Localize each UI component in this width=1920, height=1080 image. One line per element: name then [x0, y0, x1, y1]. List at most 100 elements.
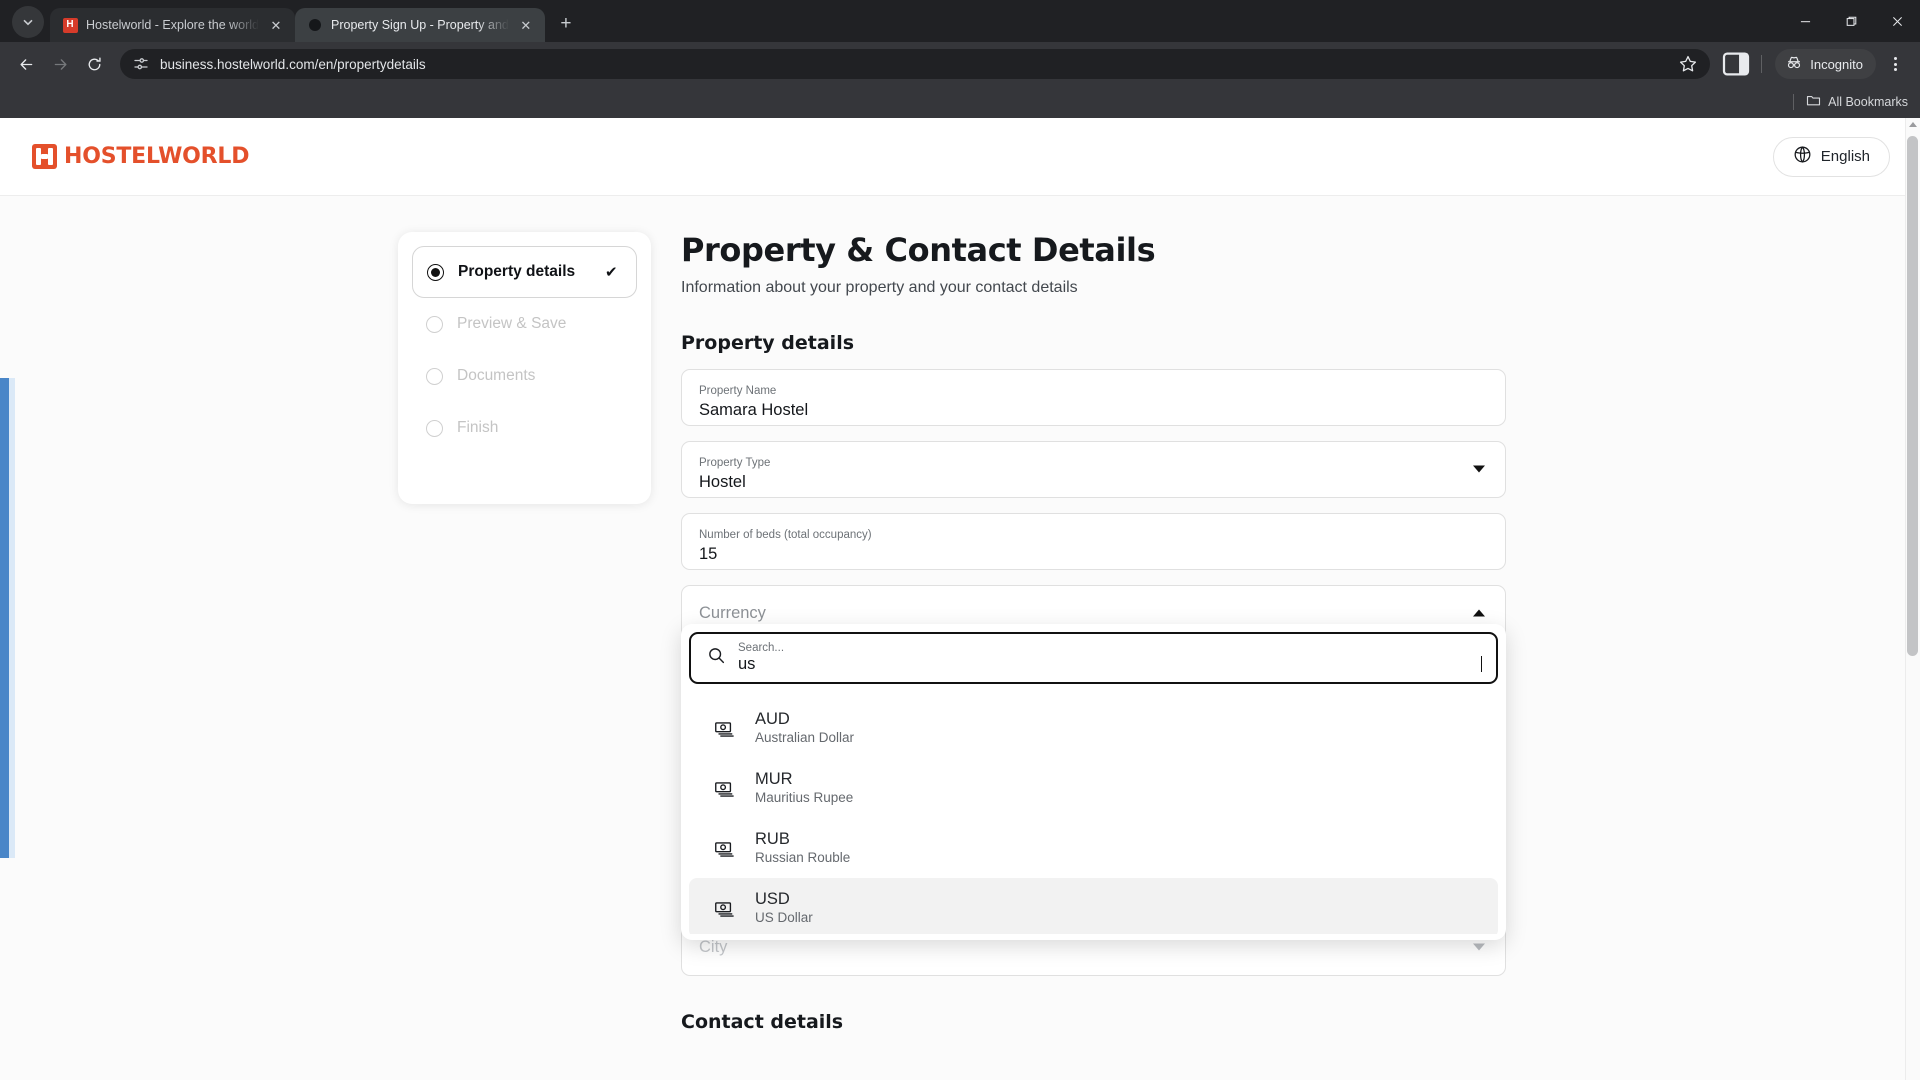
globe-icon: [1793, 145, 1812, 168]
radio-icon: [426, 367, 443, 385]
currency-code: RUB: [755, 830, 790, 848]
section-heading-contact-details: Contact details: [681, 1010, 844, 1033]
maximize-icon[interactable]: [1828, 0, 1874, 42]
window-controls: [1782, 0, 1920, 42]
property-name-field[interactable]: Property Name Samara Hostel: [681, 368, 1506, 426]
address-bar[interactable]: business.hostelworld.com/en/propertydeta…: [120, 49, 1711, 79]
signup-stepper: Property details ✔ Preview & Save Docume…: [398, 232, 651, 504]
browser-tab-hostelworld[interactable]: H Hostelworld - Explore the world ✕: [50, 8, 295, 42]
hostelworld-icon: H: [62, 17, 78, 33]
divider: [1793, 94, 1795, 110]
page-title: Property & Contact Details: [681, 231, 1156, 269]
chevron-up-icon[interactable]: [1473, 609, 1485, 617]
brand-name: HOSTELWORLD: [64, 144, 250, 169]
back-arrow-icon[interactable]: [10, 48, 42, 80]
sidebar-item-finish[interactable]: Finish: [412, 402, 637, 454]
currency-name: US Dollar: [755, 910, 813, 926]
radio-icon: [426, 315, 443, 333]
step-label: Preview & Save: [457, 315, 567, 332]
all-bookmarks-label: All Bookmarks: [1828, 95, 1908, 109]
page-scrollbar[interactable]: [1905, 118, 1920, 1080]
currency-dropdown-panel: Search... us AUD Australian Dollar MUR M…: [681, 624, 1506, 940]
three-dot-menu-icon[interactable]: [1880, 48, 1910, 80]
currency-option-list[interactable]: AUD Australian Dollar MUR Mauritius Rupe…: [681, 698, 1506, 934]
check-icon: ✔: [605, 264, 618, 281]
field-label: Property Name: [699, 384, 777, 397]
currency-option-rub[interactable]: RUB Russian Rouble: [689, 818, 1498, 878]
field-label: Property Type: [699, 456, 771, 469]
chevron-down-icon: [23, 19, 33, 26]
left-accent-rail[interactable]: [0, 378, 9, 858]
all-bookmarks-button[interactable]: All Bookmarks: [1806, 93, 1908, 111]
bookmarks-bar: All Bookmarks: [0, 86, 1920, 118]
left-accent-glow: [9, 378, 15, 858]
currency-code: AUD: [755, 710, 790, 728]
sidebar-item-preview-save[interactable]: Preview & Save: [412, 298, 637, 350]
incognito-icon: [1785, 54, 1803, 75]
side-panel-icon[interactable]: [1720, 48, 1752, 80]
reload-icon[interactable]: [78, 48, 110, 80]
loading-dot-icon: [307, 17, 323, 33]
currency-search-input[interactable]: us: [738, 655, 1482, 674]
property-name-input[interactable]: Samara Hostel: [699, 401, 1485, 419]
sidebar-item-property-details[interactable]: Property details ✔: [412, 246, 637, 298]
folder-icon: [1806, 93, 1821, 111]
site-settings-icon[interactable]: [132, 55, 150, 73]
currency-code: MUR: [755, 770, 793, 788]
chevron-down-icon[interactable]: [1473, 943, 1485, 951]
tab-title: Property Sign Up - Property and: [331, 18, 509, 32]
property-details-form: Property & Contact Details Information a…: [681, 232, 1506, 1033]
scroll-up-arrow-icon[interactable]: [1909, 122, 1917, 127]
language-label: English: [1820, 148, 1870, 165]
hostelworld-logo[interactable]: HOSTELWORLD: [32, 144, 249, 169]
close-icon[interactable]: [1874, 0, 1920, 42]
currency-name: Australian Dollar: [755, 730, 855, 746]
banknote-icon: [713, 837, 735, 859]
currency-name: Russian Rouble: [755, 850, 851, 866]
number-of-beds-input[interactable]: 15: [699, 545, 1485, 563]
currency-option-usd[interactable]: USD US Dollar: [689, 878, 1498, 934]
forward-arrow-icon[interactable]: [44, 48, 76, 80]
language-selector-button[interactable]: English: [1772, 136, 1890, 177]
currency-placeholder: Currency: [699, 603, 766, 622]
hostelworld-mark-icon: [32, 144, 57, 169]
search-label: Search...: [738, 642, 785, 655]
scrollbar-thumb[interactable]: [1907, 136, 1918, 656]
browser-window: H Hostelworld - Explore the world ✕ Prop…: [0, 0, 1920, 1080]
toolbar-right-actions: Incognito: [1720, 48, 1910, 80]
incognito-indicator[interactable]: Incognito: [1775, 49, 1876, 79]
tab-close-button[interactable]: ✕: [517, 16, 535, 34]
page-viewport: HOSTELWORLD English Property details ✔ P…: [0, 118, 1920, 1080]
tab-title: Hostelworld - Explore the world: [86, 18, 259, 32]
tab-search-button[interactable]: [12, 6, 44, 38]
step-label: Documents: [457, 367, 536, 384]
number-of-beds-field[interactable]: Number of beds (total occupancy) 15: [681, 512, 1506, 570]
step-label: Property details: [458, 263, 576, 280]
url-text: business.hostelworld.com/en/propertydeta…: [160, 56, 426, 72]
browser-tab-property-signup[interactable]: Property Sign Up - Property and ✕: [295, 8, 545, 42]
browser-toolbar: business.hostelworld.com/en/propertydeta…: [0, 42, 1920, 86]
currency-search-box[interactable]: Search... us: [689, 632, 1498, 684]
page-content: Property details ✔ Preview & Save Docume…: [0, 196, 1920, 1080]
currency-code: USD: [755, 890, 790, 908]
page-subtitle: Information about your property and your…: [681, 278, 1078, 296]
tab-strip: H Hostelworld - Explore the world ✕ Prop…: [0, 0, 1920, 42]
site-header: HOSTELWORLD English: [0, 118, 1920, 196]
sidebar-item-documents[interactable]: Documents: [412, 350, 637, 402]
currency-option-mur[interactable]: MUR Mauritius Rupee: [689, 758, 1498, 818]
step-label: Finish: [457, 419, 499, 436]
radio-icon: [427, 263, 444, 281]
section-heading-property-details: Property details: [681, 331, 855, 354]
new-tab-button[interactable]: +: [551, 9, 581, 39]
field-label: Number of beds (total occupancy): [699, 528, 872, 541]
radio-icon: [426, 419, 443, 437]
city-placeholder: City: [699, 937, 728, 956]
chevron-down-icon[interactable]: [1473, 465, 1485, 473]
bookmark-star-icon[interactable]: [1678, 54, 1698, 74]
currency-option-aud[interactable]: AUD Australian Dollar: [689, 698, 1498, 758]
banknote-icon: [713, 717, 735, 739]
incognito-label: Incognito: [1810, 56, 1863, 72]
minimize-icon[interactable]: [1782, 0, 1828, 42]
tab-close-button[interactable]: ✕: [267, 16, 285, 34]
property-type-field[interactable]: Property Type Hostel: [681, 440, 1506, 498]
